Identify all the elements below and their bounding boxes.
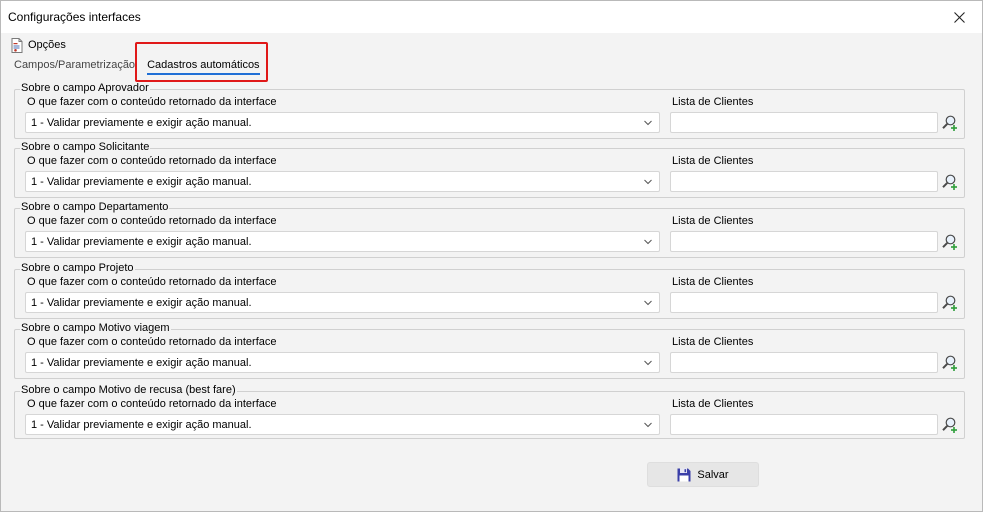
save-label: Salvar <box>697 468 729 481</box>
tab-campos-parametrizacao[interactable]: Campos/Parametrização <box>14 57 135 73</box>
action-label: O que fazer com o conteúdo retornado da … <box>27 96 277 108</box>
chevron-down-icon <box>644 360 652 366</box>
clients-lookup-button[interactable] <box>941 354 959 372</box>
action-select[interactable]: 1 - Validar previamente e exigir ação ma… <box>25 171 660 192</box>
title-bar: Configurações interfaces <box>1 1 982 33</box>
document-gear-icon <box>11 37 23 53</box>
action-select-value: 1 - Validar previamente e exigir ação ma… <box>31 175 252 188</box>
group-legend: Sobre o campo Motivo de recusa (best far… <box>20 384 237 396</box>
search-add-icon <box>942 174 957 190</box>
group-departamento: Sobre o campo Departamento O que fazer c… <box>14 201 965 258</box>
clients-label: Lista de Clientes <box>672 96 754 108</box>
save-button[interactable]: Salvar <box>647 462 759 487</box>
action-select-value: 1 - Validar previamente e exigir ação ma… <box>31 418 252 431</box>
floppy-disk-icon <box>677 468 691 481</box>
action-select-value: 1 - Validar previamente e exigir ação ma… <box>31 356 252 369</box>
group-legend: Sobre o campo Motivo viagem <box>20 322 171 334</box>
action-label: O que fazer com o conteúdo retornado da … <box>27 276 277 288</box>
chevron-down-icon <box>644 239 652 245</box>
clients-label: Lista de Clientes <box>672 398 754 410</box>
clients-input[interactable] <box>670 171 938 192</box>
clients-label: Lista de Clientes <box>672 276 754 288</box>
window-title: Configurações interfaces <box>8 10 141 24</box>
group-solicitante: Sobre o campo Solicitante O que fazer co… <box>14 141 965 198</box>
search-add-icon <box>942 295 957 311</box>
clients-input[interactable] <box>670 292 938 313</box>
action-select-value: 1 - Validar previamente e exigir ação ma… <box>31 116 252 129</box>
options-label: Opções <box>28 39 66 51</box>
options-menu[interactable]: Opções <box>11 36 66 54</box>
clients-lookup-button[interactable] <box>941 233 959 251</box>
dialog-window: Configurações interfaces Opções Campos/P… <box>0 0 983 512</box>
search-add-icon <box>942 234 957 250</box>
clients-input[interactable] <box>670 352 938 373</box>
clients-input[interactable] <box>670 231 938 252</box>
action-select[interactable]: 1 - Validar previamente e exigir ação ma… <box>25 352 660 373</box>
chevron-down-icon <box>644 422 652 428</box>
group-legend: Sobre o campo Aprovador <box>20 82 150 94</box>
group-motivo-viagem: Sobre o campo Motivo viagem O que fazer … <box>14 322 965 379</box>
clients-lookup-button[interactable] <box>941 294 959 312</box>
group-projeto: Sobre o campo Projeto O que fazer com o … <box>14 262 965 319</box>
group-motivo-recusa: Sobre o campo Motivo de recusa (best far… <box>14 384 965 439</box>
group-legend: Sobre o campo Projeto <box>20 262 135 274</box>
search-add-icon <box>942 355 957 371</box>
chevron-down-icon <box>644 120 652 126</box>
action-label: O que fazer com o conteúdo retornado da … <box>27 215 277 227</box>
group-legend: Sobre o campo Departamento <box>20 201 170 213</box>
close-icon <box>953 11 965 23</box>
clients-lookup-button[interactable] <box>941 114 959 132</box>
action-select[interactable]: 1 - Validar previamente e exigir ação ma… <box>25 414 660 435</box>
search-add-icon <box>942 115 957 131</box>
chevron-down-icon <box>644 179 652 185</box>
clients-label: Lista de Clientes <box>672 155 754 167</box>
group-legend: Sobre o campo Solicitante <box>20 141 151 153</box>
action-select[interactable]: 1 - Validar previamente e exigir ação ma… <box>25 112 660 133</box>
clients-lookup-button[interactable] <box>941 416 959 434</box>
clients-label: Lista de Clientes <box>672 215 754 227</box>
tab-cadastros-automaticos[interactable]: Cadastros automáticos <box>147 57 260 75</box>
search-add-icon <box>942 417 957 433</box>
action-label: O que fazer com o conteúdo retornado da … <box>27 398 277 410</box>
clients-label: Lista de Clientes <box>672 336 754 348</box>
clients-input[interactable] <box>670 414 938 435</box>
clients-input[interactable] <box>670 112 938 133</box>
group-aprovador: Sobre o campo Aprovador O que fazer com … <box>14 82 965 139</box>
action-select[interactable]: 1 - Validar previamente e exigir ação ma… <box>25 292 660 313</box>
action-select[interactable]: 1 - Validar previamente e exigir ação ma… <box>25 231 660 252</box>
action-select-value: 1 - Validar previamente e exigir ação ma… <box>31 235 252 248</box>
clients-lookup-button[interactable] <box>941 173 959 191</box>
action-select-value: 1 - Validar previamente e exigir ação ma… <box>31 296 252 309</box>
action-label: O que fazer com o conteúdo retornado da … <box>27 336 277 348</box>
tab-strip: Campos/Parametrização Cadastros automáti… <box>14 57 272 77</box>
close-button[interactable] <box>936 1 982 33</box>
action-label: O que fazer com o conteúdo retornado da … <box>27 155 277 167</box>
chevron-down-icon <box>644 300 652 306</box>
